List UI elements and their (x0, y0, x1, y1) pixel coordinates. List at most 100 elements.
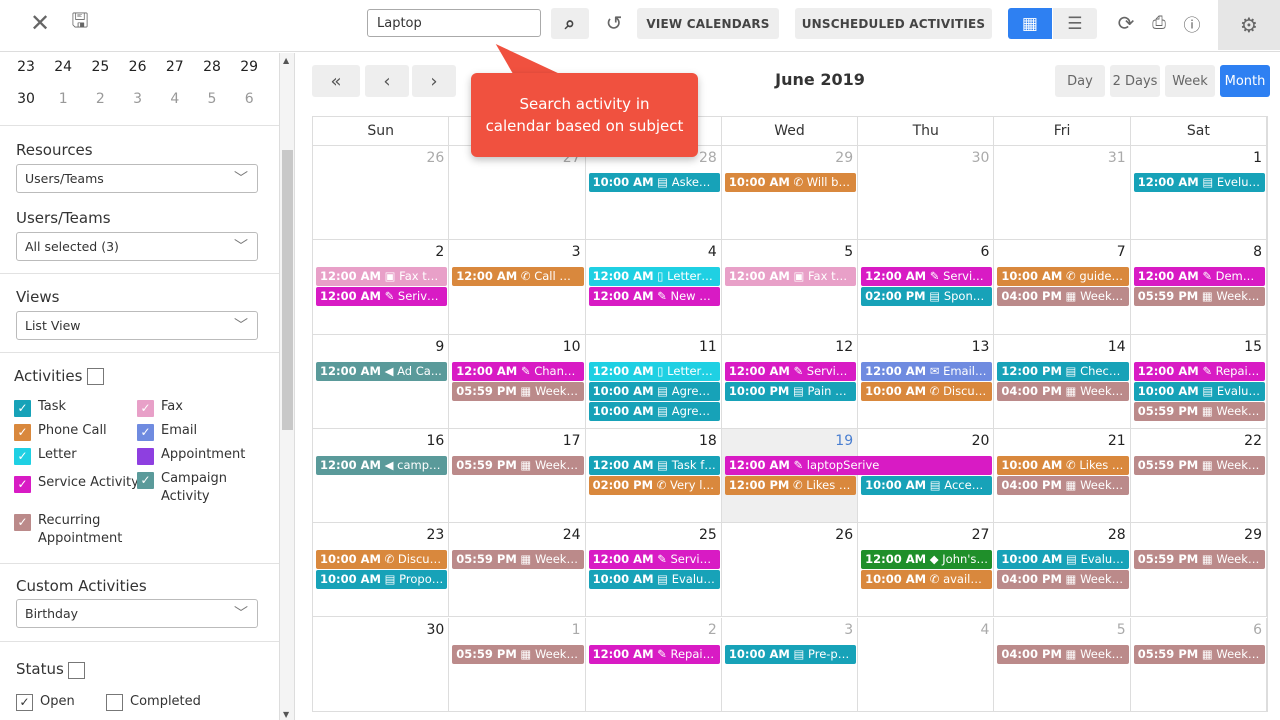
calendar-event[interactable]: 12:00 AM ✎ New S... (588, 287, 720, 307)
calendar-day-cell[interactable]: 4 (858, 617, 995, 712)
search-input[interactable] (367, 9, 541, 37)
calendar-event[interactable]: 12:00 AM ▯ Letter ... (588, 267, 720, 287)
calendar-event[interactable]: 12:00 AM ▯ Letter t... (588, 361, 720, 381)
calendar-event[interactable]: 10:00 AM ▤ Evalua... (588, 570, 720, 590)
calendar-day-cell[interactable]: 1 (449, 617, 586, 712)
calendar-day-cell[interactable]: 29 (1130, 523, 1267, 618)
print-icon[interactable]: ⎙ (1146, 8, 1172, 38)
calendar-day-cell[interactable]: 5 (721, 240, 859, 335)
calendar-day-cell[interactable]: 28 (585, 146, 722, 241)
mini-calendar-day[interactable]: 1 (53, 91, 73, 107)
users-teams-select[interactable]: All selected (3) ﹀ (16, 232, 258, 261)
view-day-button[interactable]: Day (1055, 65, 1105, 97)
prev-month-button[interactable]: ‹ (365, 65, 409, 97)
calendar-event[interactable]: 04:00 PM ▦ Weekly... (997, 381, 1129, 401)
calendar-event[interactable]: 10:00 AM ▤ Agree t... (588, 381, 720, 401)
mini-calendar-day[interactable]: 27 (165, 59, 185, 75)
calendar-day-cell[interactable]: 17 (449, 428, 586, 524)
activity-checkbox[interactable]: ✓ (14, 476, 31, 493)
activity-checkbox[interactable]: ✓ (14, 400, 31, 417)
calendar-event[interactable]: 04:00 PM ▦ Weekly... (997, 287, 1129, 307)
calendar-event[interactable]: 10:00 AM ✆ Likes o... (997, 455, 1129, 475)
calendar-event[interactable]: 12:00 AM ✆ Call Wit... (452, 267, 584, 287)
mini-calendar-day[interactable]: 3 (128, 91, 148, 107)
calendar-event[interactable]: 10:00 AM ✆ availabi... (861, 570, 993, 590)
mini-calendar-day[interactable]: 30 (16, 91, 36, 107)
calendar-event[interactable]: 12:00 AM ▣ Fax to ... (724, 267, 857, 287)
calendar-event[interactable]: 05:59 PM ▦ Weekly... (452, 644, 584, 664)
view-month-button[interactable]: Month (1220, 65, 1270, 97)
calendar-event[interactable]: 12:00 AM ✎ Serive ... (316, 287, 448, 307)
calendar-day-cell[interactable]: 6 (1130, 617, 1267, 712)
help-icon[interactable]: ⓘ (1179, 8, 1205, 38)
grid-view-toggle[interactable]: ▦ (1008, 8, 1052, 39)
calendar-event[interactable]: 12:00 AM ✎ Demoe... (1133, 267, 1265, 287)
calendar-event[interactable]: 10:00 AM ✆ guideli... (997, 267, 1129, 287)
sync-icon[interactable]: ⟳ (1113, 8, 1139, 38)
calendar-event[interactable]: 12:00 AM ✉ Email t... (861, 361, 993, 381)
mini-calendar-day[interactable]: 5 (202, 91, 222, 107)
calendar-event[interactable]: 12:00 AM ◆ John's ... (861, 550, 993, 570)
calendar-event[interactable]: 10:00 AM ▤ Propos... (316, 570, 448, 590)
calendar-day-cell[interactable]: 16 (313, 428, 450, 524)
close-icon[interactable]: ✕ (26, 8, 54, 38)
calendar-event[interactable]: 12:00 AM ✎ Service... (861, 267, 993, 287)
views-select[interactable]: List View ﹀ (16, 311, 258, 340)
activities-select-all-checkbox[interactable] (87, 368, 104, 385)
calendar-event[interactable]: 12:00 AM ▤ Eveluti... (1133, 173, 1265, 192)
calendar-event[interactable]: 10:00 AM ▤ Pre-pr... (724, 644, 857, 664)
calendar-event[interactable]: 12:00 AM ◀ campai... (316, 455, 448, 475)
calendar-day-cell[interactable]: 31 (994, 146, 1131, 241)
status-select-all-checkbox[interactable] (68, 662, 85, 679)
calendar-event[interactable]: 10:00 AM ✆ Discuss... (861, 381, 993, 401)
calendar-day-cell[interactable]: 3 (721, 617, 859, 712)
activity-checkbox[interactable]: ✓ (14, 424, 31, 441)
status-open-checkbox[interactable]: ✓ (16, 694, 33, 711)
prev-year-button[interactable]: « (312, 65, 360, 97)
calendar-event[interactable]: 12:00 AM ✎ Repair ... (588, 644, 720, 664)
sidebar-scrollbar-thumb[interactable] (282, 150, 293, 430)
calendar-event[interactable]: 05:59 PM ▦ Weekly... (1133, 401, 1265, 421)
calendar-event[interactable]: 12:00 AM ▤ Task fo... (588, 455, 720, 475)
calendar-event[interactable]: 12:00 AM ◀ Ad Ca... (316, 361, 448, 381)
list-view-toggle[interactable]: ☰ (1053, 8, 1097, 39)
mini-calendar-day[interactable]: 26 (128, 59, 148, 75)
view-week-button[interactable]: Week (1165, 65, 1215, 97)
calendar-event[interactable]: 05:59 PM ▦ Weekly... (1133, 455, 1265, 475)
calendar-event[interactable]: 05:59 PM ▦ Weekly... (1133, 550, 1265, 570)
calendar-day-cell[interactable]: 26 (313, 146, 450, 241)
activity-checkbox[interactable]: ✓ (14, 514, 31, 531)
calendar-day-cell[interactable]: 26 (721, 523, 859, 618)
calendar-day-cell[interactable]: 24 (449, 523, 586, 618)
calendar-event[interactable]: 12:00 PM ▤ Check ... (997, 361, 1129, 381)
calendar-event[interactable]: 10:00 PM ▤ Pain ad... (724, 381, 857, 401)
search-button[interactable]: ⌕ (551, 8, 589, 39)
unscheduled-activities-button[interactable]: UNSCHEDULED ACTIVITIES (795, 8, 992, 39)
mini-calendar-day[interactable]: 29 (239, 59, 259, 75)
calendar-day-cell[interactable]: 27 (449, 146, 586, 241)
calendar-event[interactable]: 12:00 AM ✎ Repair ... (1133, 361, 1265, 381)
calendar-event[interactable]: 02:00 PM ▤ Sponso... (861, 287, 993, 307)
scroll-down-icon[interactable]: ▼ (283, 710, 289, 719)
calendar-day-cell[interactable]: 2 (585, 617, 722, 712)
calendar-event[interactable]: 10:00 AM ▤ Evaluat... (997, 550, 1129, 570)
mini-calendar-day[interactable]: 6 (239, 91, 259, 107)
mini-calendar-day[interactable]: 23 (16, 59, 36, 75)
calendar-event[interactable]: 10:00 AM ✆ Discuss... (316, 550, 448, 570)
calendar-event[interactable]: 12:00 AM ✎ Service... (588, 550, 720, 570)
activity-checkbox[interactable]: ✓ (14, 448, 31, 465)
activity-checkbox[interactable]: ✓ (137, 424, 154, 441)
activity-checkbox[interactable]: ✓ (137, 472, 154, 489)
next-month-button[interactable]: › (412, 65, 456, 97)
activity-checkbox[interactable] (137, 448, 154, 465)
calendar-event[interactable]: 12:00 AM ✎ Service... (724, 361, 857, 381)
calendar-event[interactable]: 10:00 AM ▤ Agree t... (588, 401, 720, 421)
mini-calendar-day[interactable]: 25 (90, 59, 110, 75)
view-calendars-button[interactable]: VIEW CALENDARS (637, 8, 779, 39)
scroll-up-icon[interactable]: ▲ (283, 56, 289, 65)
activity-checkbox[interactable]: ✓ (137, 400, 154, 417)
mini-calendar-day[interactable]: 4 (165, 91, 185, 107)
reset-icon[interactable]: ↺ (601, 8, 627, 38)
calendar-event[interactable]: 12:00 PM ✆ Likes so... (724, 475, 857, 495)
calendar-day-cell[interactable]: 5 (994, 617, 1131, 712)
